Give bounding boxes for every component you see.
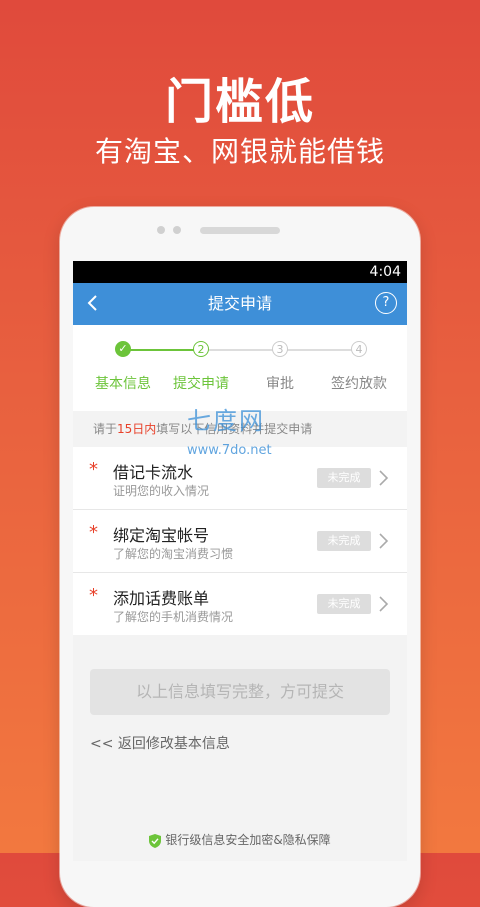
chevron-right-icon <box>379 533 389 549</box>
step-2-label: 提交申请 <box>173 376 229 392</box>
deadline-notice: 请于15日内填写以下信用资料并提交申请 七度网 www.7do.net <box>73 407 407 458</box>
item-title: 借记卡流水 <box>113 463 194 482</box>
required-mark: * <box>89 522 98 543</box>
list-item-taobao-account[interactable]: * 绑定淘宝帐号 了解您的淘宝消费习惯 未完成 <box>73 510 407 573</box>
notice-deadline: 15日内 <box>117 422 157 436</box>
security-footer: 银行级信息安全加密&隐私保障 <box>73 831 407 848</box>
progress-steps: ✓ 2 3 4 基本信息 提交申请 审批 签约放款 <box>73 325 407 411</box>
phone-speaker <box>200 227 280 234</box>
app-screen: 4:04 提交申请 ? ✓ 2 3 4 基本信息 提交申请 审批 签约放款 请于… <box>73 261 407 861</box>
step-1-check-icon: ✓ <box>115 341 131 357</box>
required-mark: * <box>89 585 98 606</box>
required-mark: * <box>89 459 98 480</box>
step-4-circle: 4 <box>351 341 367 357</box>
status-bar: 4:04 <box>73 261 407 283</box>
chevron-right-icon <box>379 596 389 612</box>
item-title: 绑定淘宝帐号 <box>113 526 210 545</box>
item-desc: 了解您的手机消费情况 <box>113 610 234 624</box>
help-icon[interactable]: ? <box>375 292 397 314</box>
nav-bar: 提交申请 ? <box>73 283 407 325</box>
status-badge: 未完成 <box>317 594 371 614</box>
item-title: 添加话费账单 <box>113 589 210 608</box>
chevron-right-icon <box>379 470 389 486</box>
submit-button[interactable]: 以上信息填写完整，方可提交 <box>90 669 390 715</box>
step-3-circle: 3 <box>272 341 288 357</box>
step-1-label: 基本信息 <box>95 376 151 392</box>
promo-subline: 有淘宝、网银就能借钱 <box>94 135 385 168</box>
step-connector-done <box>123 349 201 351</box>
phone-camera-dot <box>157 226 165 234</box>
step-2-circle: 2 <box>193 341 209 357</box>
list-item-phone-bill[interactable]: * 添加话费账单 了解您的手机消费情况 未完成 <box>73 573 407 635</box>
step-4-label: 签约放款 <box>331 376 387 392</box>
phone-sensor-dot <box>173 226 181 234</box>
status-time: 4:04 <box>369 264 401 280</box>
item-desc: 了解您的淘宝消费习惯 <box>113 547 234 561</box>
back-to-basic-info-link[interactable]: << 返回修改基本信息 <box>90 733 230 753</box>
step-3-label: 审批 <box>266 376 294 392</box>
promo-headline: 门槛低 <box>164 74 315 130</box>
status-badge: 未完成 <box>317 531 371 551</box>
security-text: 银行级信息安全加密&隐私保障 <box>165 833 331 847</box>
credit-info-list: * 借记卡流水 证明您的收入情况 未完成 * 绑定淘宝帐号 了解您的淘宝消费习惯… <box>73 447 407 635</box>
shield-icon <box>149 833 162 848</box>
notice-prefix: 请于 <box>93 422 118 436</box>
status-badge: 未完成 <box>317 468 371 488</box>
list-item-bank-statement[interactable]: * 借记卡流水 证明您的收入情况 未完成 <box>73 447 407 510</box>
page-title: 提交申请 <box>207 294 272 313</box>
item-desc: 证明您的收入情况 <box>113 484 210 498</box>
